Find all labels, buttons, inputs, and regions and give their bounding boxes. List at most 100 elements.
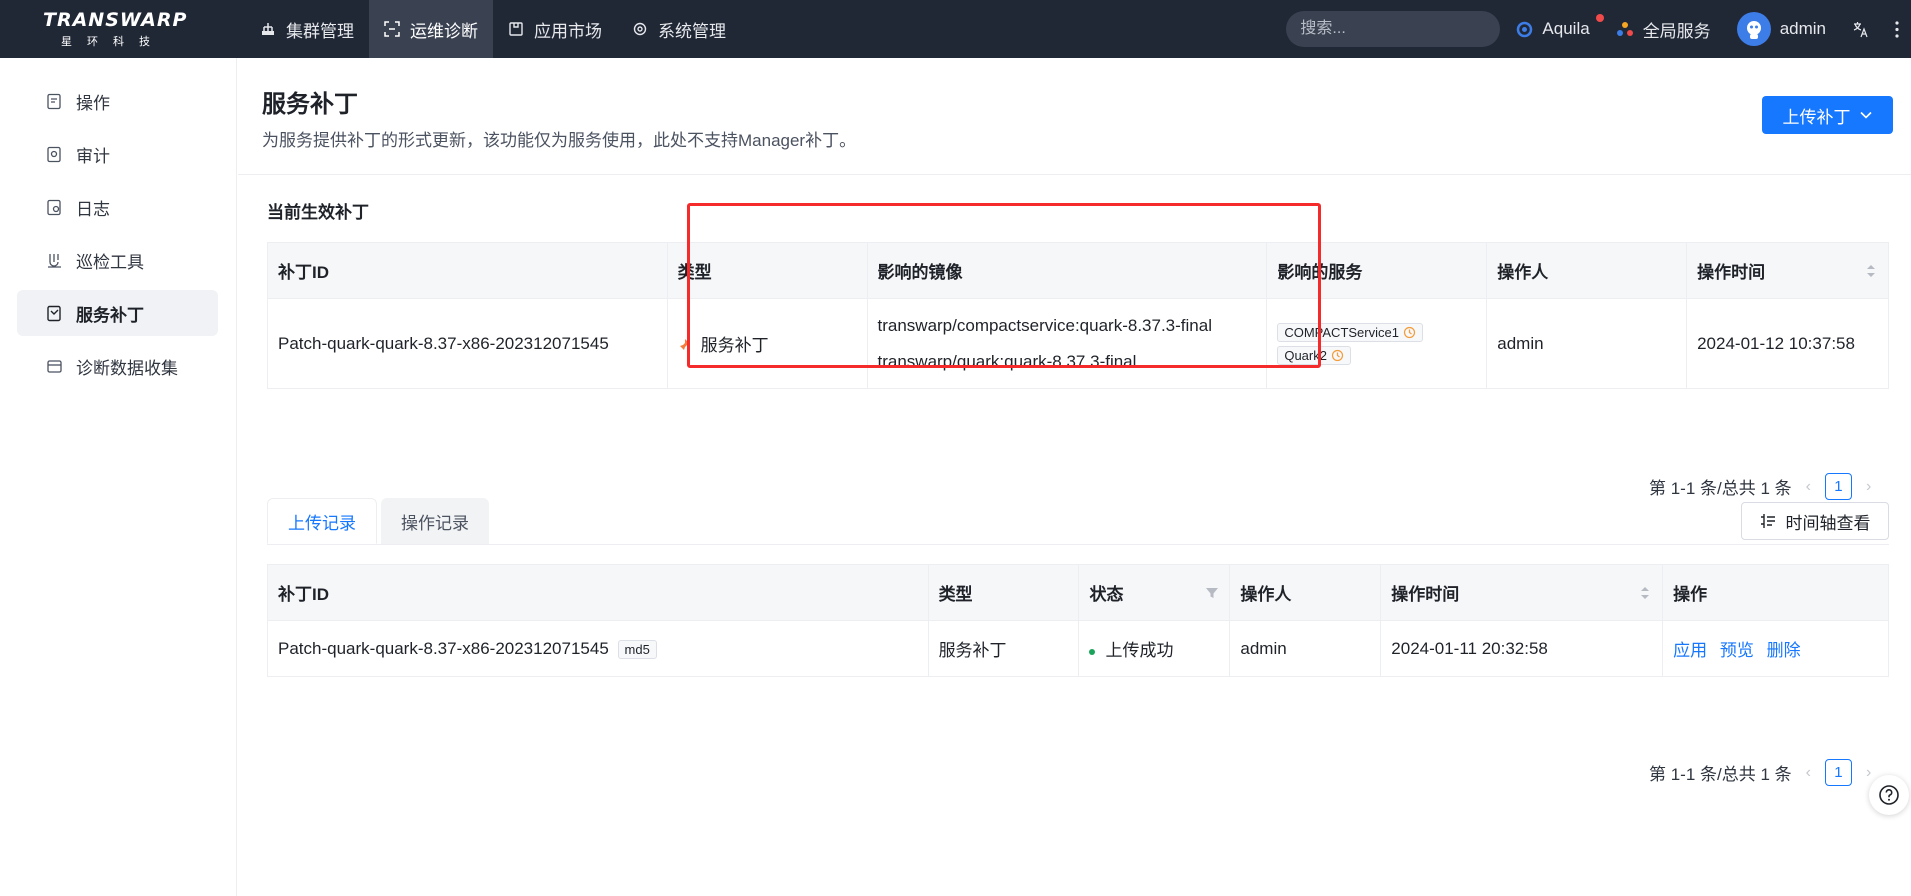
page-number-button[interactable]: 1 [1824, 473, 1852, 500]
main-content: 服务补丁 为服务提供补丁的形式更新，该功能仅为服务使用，此处不支持Manager… [238, 58, 1911, 896]
pagination-current: 第 1-1 条/总共 1 条 ‹ 1 › [1649, 473, 1871, 500]
pagination-history: 第 1-1 条/总共 1 条 ‹ 1 › [1649, 759, 1871, 786]
store-icon [509, 22, 523, 36]
status-dot [1089, 648, 1096, 655]
md5-tag[interactable]: md5 [617, 639, 657, 659]
type-cell: 服务补丁 [928, 620, 1080, 677]
chevron-down-icon [1859, 111, 1872, 119]
timeline-icon [1760, 514, 1775, 528]
page-title: 服务补丁 [262, 91, 358, 118]
time-cell: 2024-01-11 20:32:58 [1380, 620, 1664, 677]
pagination-summary: 第 1-1 条/总共 1 条 [1649, 765, 1792, 784]
header-divider [238, 174, 1911, 175]
column-header: 补丁ID [267, 242, 668, 299]
user-name: admin [1779, 19, 1826, 38]
language-button[interactable] [1852, 21, 1869, 38]
sidebar: 操作 审计 日志 巡检工具 服务补丁 诊断数据收集 [0, 58, 237, 896]
nav-label: 集群管理 [286, 21, 354, 41]
global-service-button[interactable]: 全局服务 [1616, 17, 1711, 42]
next-page-icon[interactable]: › [1866, 764, 1871, 782]
nav-item-cluster[interactable]: 集群管理 [245, 0, 369, 58]
sidebar-item-label: 操作 [76, 93, 110, 113]
sort-icon[interactable] [1866, 263, 1876, 279]
cluster-icon [262, 23, 274, 35]
section-title-current: 当前生效补丁 [267, 203, 369, 222]
main-nav: 集群管理 运维诊断 应用市场 系统管理 [245, 0, 741, 58]
column-header: 操作 [1662, 564, 1889, 621]
notification-dot [1596, 14, 1605, 22]
sidebar-item-label: 日志 [76, 199, 110, 219]
sidebar-item-operation[interactable]: 操作 [17, 78, 218, 124]
column-header-label: 状态 [1089, 585, 1124, 604]
sidebar-item-label: 巡检工具 [76, 252, 144, 272]
operator-cell: admin [1229, 620, 1382, 677]
page-description: 为服务提供补丁的形式更新，该功能仅为服务使用，此处不支持Manager补丁。 [262, 131, 857, 150]
timeline-view-button[interactable]: 时间轴查看 [1741, 502, 1889, 540]
sort-icon[interactable] [1640, 585, 1650, 601]
translate-icon [1853, 21, 1868, 37]
status-cell: 上传成功 [1078, 620, 1231, 677]
time-cell: 2024-01-12 10:37:58 [1686, 298, 1889, 389]
scan-icon [384, 21, 400, 37]
collect-icon [47, 359, 62, 373]
nav-item-system[interactable]: 系统管理 [617, 0, 741, 58]
search-input[interactable] [1286, 11, 1501, 47]
logo-brand: TRANSWARP [43, 9, 188, 31]
operator-cell: admin [1486, 298, 1688, 389]
nav-label: 系统管理 [658, 21, 726, 41]
prev-page-icon[interactable]: ‹ [1806, 478, 1811, 496]
filter-icon[interactable] [1205, 586, 1219, 600]
column-header: 类型 [928, 564, 1080, 621]
gear-icon [633, 22, 647, 36]
actions-cell: 应用 预览 删除 [1662, 620, 1889, 677]
delete-link[interactable]: 删除 [1767, 641, 1801, 660]
sidebar-item-audit[interactable]: 审计 [17, 131, 218, 177]
sidebar-item-label: 服务补丁 [76, 305, 144, 325]
table-row: Patch-quark-quark-8.37-x86-202312071545 … [267, 620, 1889, 677]
nav-item-ops[interactable]: 运维诊断 [369, 0, 493, 58]
audit-icon [47, 146, 61, 162]
page-number-button[interactable]: 1 [1824, 759, 1852, 786]
nav-label: 运维诊断 [410, 21, 478, 41]
timeline-view-label: 时间轴查看 [1785, 513, 1871, 533]
tab-upload-records[interactable]: 上传记录 [267, 498, 377, 544]
column-header-sortable[interactable]: 操作时间 [1380, 564, 1664, 621]
user-menu[interactable]: admin [1736, 12, 1826, 46]
upload-patch-button[interactable]: 上传补丁 [1762, 96, 1893, 134]
top-right-tools: Aquila 全局服务 admin [1286, 0, 1911, 58]
inspect-icon [48, 253, 61, 268]
help-button[interactable] [1869, 775, 1909, 815]
logo[interactable]: TRANSWARP 星环科技 [0, 0, 230, 58]
global-service-label: 全局服务 [1642, 21, 1711, 41]
avatar [1736, 12, 1771, 46]
operation-icon [47, 93, 61, 109]
help-icon [1879, 785, 1899, 805]
aquila-button[interactable]: Aquila [1516, 14, 1605, 39]
patch-id: Patch-quark-quark-8.37-x86-202312071545 [278, 638, 609, 658]
tab-operation-records[interactable]: 操作记录 [381, 498, 489, 544]
upload-patch-label: 上传补丁 [1782, 107, 1851, 127]
upload-records-table: 补丁ID 类型 状态 操作人 操作时间 操作 Patch-quark-quark… [267, 564, 1889, 677]
patch-id-cell: Patch-quark-quark-8.37-x86-202312071545 [267, 298, 668, 389]
sidebar-item-label: 诊断数据收集 [76, 358, 178, 378]
global-service-icon [1616, 21, 1633, 36]
nav-item-store[interactable]: 应用市场 [493, 0, 617, 58]
apply-link[interactable]: 应用 [1673, 641, 1707, 660]
patch-id-cell: Patch-quark-quark-8.37-x86-202312071545 … [267, 620, 929, 677]
sidebar-item-patch[interactable]: 服务补丁 [17, 290, 218, 336]
column-header: 补丁ID [267, 564, 929, 621]
pagination-summary: 第 1-1 条/总共 1 条 [1649, 479, 1792, 498]
sidebar-item-log[interactable]: 日志 [17, 184, 218, 230]
preview-link[interactable]: 预览 [1720, 641, 1754, 660]
status-label: 上传成功 [1105, 641, 1174, 660]
more-menu-button[interactable] [1895, 20, 1899, 38]
sidebar-item-inspect[interactable]: 巡检工具 [17, 237, 218, 283]
sidebar-item-collect[interactable]: 诊断数据收集 [17, 343, 218, 389]
column-header-filterable[interactable]: 状态 [1078, 564, 1231, 621]
clock-icon [1331, 349, 1344, 361]
prev-page-icon[interactable]: ‹ [1806, 764, 1811, 782]
patch-icon [47, 305, 61, 321]
next-page-icon[interactable]: › [1866, 478, 1871, 496]
column-header-sortable[interactable]: 操作时间 [1686, 242, 1889, 299]
column-header-label: 操作时间 [1697, 263, 1766, 282]
